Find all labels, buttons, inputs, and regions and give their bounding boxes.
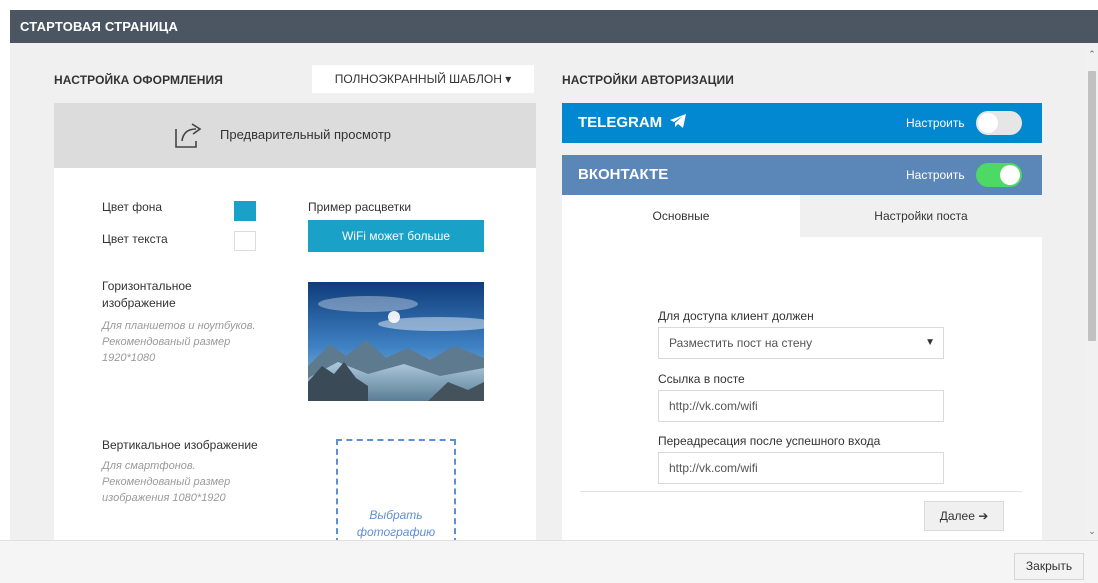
page-title: СТАРТОВАЯ СТРАНИЦА	[20, 19, 179, 34]
horizontal-hint-2: Рекомендованый размер	[102, 336, 231, 348]
share-icon	[175, 123, 202, 148]
text-color-swatch[interactable]	[234, 231, 256, 251]
vk-tabs: Основные Настройки поста	[562, 195, 1042, 237]
main-content: НАСТРОЙКА ОФОРМЛЕНИЯ ПОЛНОЭКРАННЫЙ ШАБЛО…	[10, 43, 1098, 540]
page-header: СТАРТОВАЯ СТРАНИЦА	[10, 10, 1098, 43]
form-divider	[580, 491, 1022, 492]
preview-label: Предварительный просмотр	[220, 127, 392, 142]
tab-post-settings[interactable]: Настройки поста	[800, 195, 1042, 237]
choose-photo-line1: Выбрать	[369, 508, 423, 522]
vk-section[interactable]: ВКОНТАКТЕ Настроить	[562, 155, 1042, 195]
link-input[interactable]: http://vk.com/wifi	[658, 390, 944, 422]
redirect-label: Переадресация после успешного входа	[658, 434, 881, 448]
preview-button[interactable]: Предварительный просмотр	[54, 103, 536, 168]
telegram-title: TELEGRAM	[578, 114, 687, 131]
text-color-label: Цвет текста	[102, 232, 168, 246]
bg-color-label: Цвет фона	[102, 200, 163, 214]
caret-down-icon: ▼	[925, 337, 935, 348]
vertical-scrollbar[interactable]: ⌃ ⌄	[1086, 43, 1098, 540]
bg-color-swatch[interactable]	[234, 201, 256, 221]
scroll-up-icon[interactable]: ⌃	[1086, 49, 1098, 59]
auth-section-title: НАСТРОЙКИ АВТОРИЗАЦИИ	[562, 73, 734, 87]
telegram-toggle-knob	[978, 113, 998, 133]
horizontal-hint-1: Для планшетов и ноутбуков.	[102, 320, 256, 332]
telegram-section[interactable]: TELEGRAM Настроить	[562, 103, 1042, 143]
horizontal-image-label-1: Горизонтальное	[102, 279, 192, 293]
access-select-value: Разместить пост на стену	[669, 336, 813, 350]
vk-form: Для доступа клиент должен Разместить пос…	[562, 237, 1042, 540]
sample-label: Пример расцветки	[308, 200, 412, 214]
horizontal-hint-3: 1920*1080	[102, 352, 156, 364]
choose-photo-label: Выбрать фотографию	[338, 507, 454, 540]
horizontal-image[interactable]	[308, 282, 484, 401]
telegram-setting-label: Настроить	[906, 116, 965, 130]
tab-main[interactable]: Основные	[562, 195, 800, 237]
template-dropdown[interactable]: ПОЛНОЭКРАННЫЙ ШАБЛОН ▾	[312, 65, 534, 93]
choose-photo-dropzone[interactable]: Выбрать фотографию	[336, 439, 456, 540]
vertical-hint-2: Рекомендованый размер	[102, 476, 231, 488]
close-button[interactable]: Закрыть	[1014, 553, 1084, 580]
mountain-landscape-image	[308, 282, 484, 401]
color-sample-button: WiFi может больше	[308, 220, 484, 252]
vk-setting-label: Настроить	[906, 168, 965, 182]
next-button[interactable]: Далее ➔	[924, 501, 1004, 531]
vertical-image-label: Вертикальное изображение	[102, 438, 258, 452]
vk-toggle[interactable]	[976, 163, 1022, 187]
horizontal-image-label-2: изображение	[102, 296, 176, 310]
scroll-down-icon[interactable]: ⌄	[1086, 526, 1098, 536]
telegram-plane-icon	[670, 114, 687, 128]
access-select[interactable]: Разместить пост на стену ▼	[658, 327, 944, 359]
telegram-name: TELEGRAM	[578, 114, 663, 131]
scroll-thumb[interactable]	[1088, 71, 1096, 341]
top-spacer	[0, 0, 1098, 10]
access-label: Для доступа клиент должен	[658, 309, 814, 323]
vertical-hint-1: Для смартфонов.	[102, 460, 196, 472]
design-section-title: НАСТРОЙКА ОФОРМЛЕНИЯ	[54, 73, 223, 87]
design-card: Цвет фона Цвет текста Пример расцветки W…	[54, 168, 536, 540]
link-label: Ссылка в посте	[658, 372, 745, 386]
choose-photo-line2: фотографию	[356, 525, 436, 539]
footer: Закрыть	[0, 540, 1098, 583]
vk-title: ВКОНТАКТЕ	[578, 166, 669, 183]
vk-toggle-knob	[1000, 165, 1020, 185]
redirect-input[interactable]: http://vk.com/wifi	[658, 452, 944, 484]
vertical-hint-3: изображения 1080*1920	[102, 492, 226, 504]
telegram-toggle[interactable]	[976, 111, 1022, 135]
